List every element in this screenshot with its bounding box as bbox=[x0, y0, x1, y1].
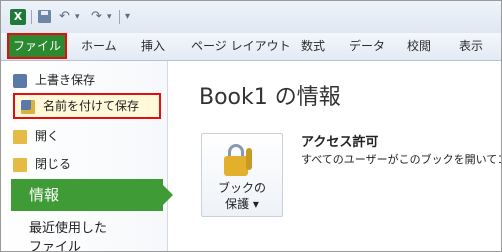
tab-view[interactable]: 表示 bbox=[459, 33, 483, 60]
menu-close[interactable]: 閉じる bbox=[13, 153, 71, 175]
menu-info-selected[interactable]: 情報 bbox=[11, 179, 173, 211]
tab-formulas[interactable]: 数式 bbox=[301, 33, 325, 60]
toolbar-divider bbox=[31, 10, 32, 24]
menu-save-as[interactable]: 名前を付けて保存 bbox=[21, 95, 139, 117]
menu-open-label: 開く bbox=[35, 129, 60, 143]
protect-label-line2: 保護 ▾ bbox=[225, 197, 259, 211]
protect-workbook-button[interactable]: ブックの 保護 ▾ bbox=[201, 133, 283, 217]
folder-open-icon bbox=[13, 129, 27, 144]
tab-home[interactable]: ホーム bbox=[81, 33, 117, 60]
menu-save-label: 上書き保存 bbox=[35, 73, 96, 87]
menu-save-as-label: 名前を付けて保存 bbox=[43, 99, 140, 113]
tab-review[interactable]: 校閲 bbox=[407, 33, 431, 60]
redo-icon[interactable]: ↷ bbox=[91, 8, 102, 26]
menu-recent[interactable]: 最近使用した ファイル bbox=[29, 219, 108, 252]
undo-dropdown-icon[interactable]: ▾ bbox=[75, 8, 80, 26]
menu-open[interactable]: 開く bbox=[13, 125, 59, 147]
redo-dropdown-icon[interactable]: ▾ bbox=[107, 8, 112, 26]
permissions-title: アクセス許可 bbox=[301, 135, 379, 150]
save-icon bbox=[13, 73, 27, 88]
toolbar-divider bbox=[119, 10, 120, 24]
customize-qat-icon[interactable]: ▾ bbox=[125, 8, 130, 26]
quick-access-toolbar: X ↶ ▾ ↷ ▾ ▾ bbox=[1, 1, 501, 33]
save-as-icon bbox=[21, 99, 35, 114]
menu-recent-line2: ファイル bbox=[29, 240, 82, 252]
undo-icon[interactable]: ↶ bbox=[59, 8, 70, 26]
page-title: Book1 の情報 bbox=[199, 85, 341, 110]
permissions-description: すべてのユーザーがこのブックを開いてコ bbox=[301, 153, 502, 166]
save-icon[interactable] bbox=[38, 10, 51, 23]
file-tab[interactable]: ファイル bbox=[7, 33, 67, 59]
tab-page-layout[interactable]: ページ レイアウト bbox=[191, 33, 291, 60]
tab-insert[interactable]: 挿入 bbox=[141, 33, 165, 60]
menu-close-label: 閉じる bbox=[35, 157, 72, 171]
key-icon bbox=[246, 148, 252, 170]
protect-label-line1: ブックの bbox=[217, 181, 266, 195]
ribbon-tabs: ホーム 挿入 ページ レイアウト 数式 データ 校閲 表示 bbox=[1, 33, 501, 61]
excel-app-icon[interactable]: X bbox=[10, 9, 26, 25]
excel-window: X ↶ ▾ ↷ ▾ ▾ ホーム 挿入 ページ レイアウト 数式 データ 校閲 表… bbox=[0, 0, 502, 252]
menu-save[interactable]: 上書き保存 bbox=[13, 69, 95, 91]
folder-close-icon bbox=[13, 157, 27, 172]
menu-recent-line1: 最近使用した bbox=[29, 221, 108, 236]
tab-data[interactable]: データ bbox=[349, 33, 385, 60]
